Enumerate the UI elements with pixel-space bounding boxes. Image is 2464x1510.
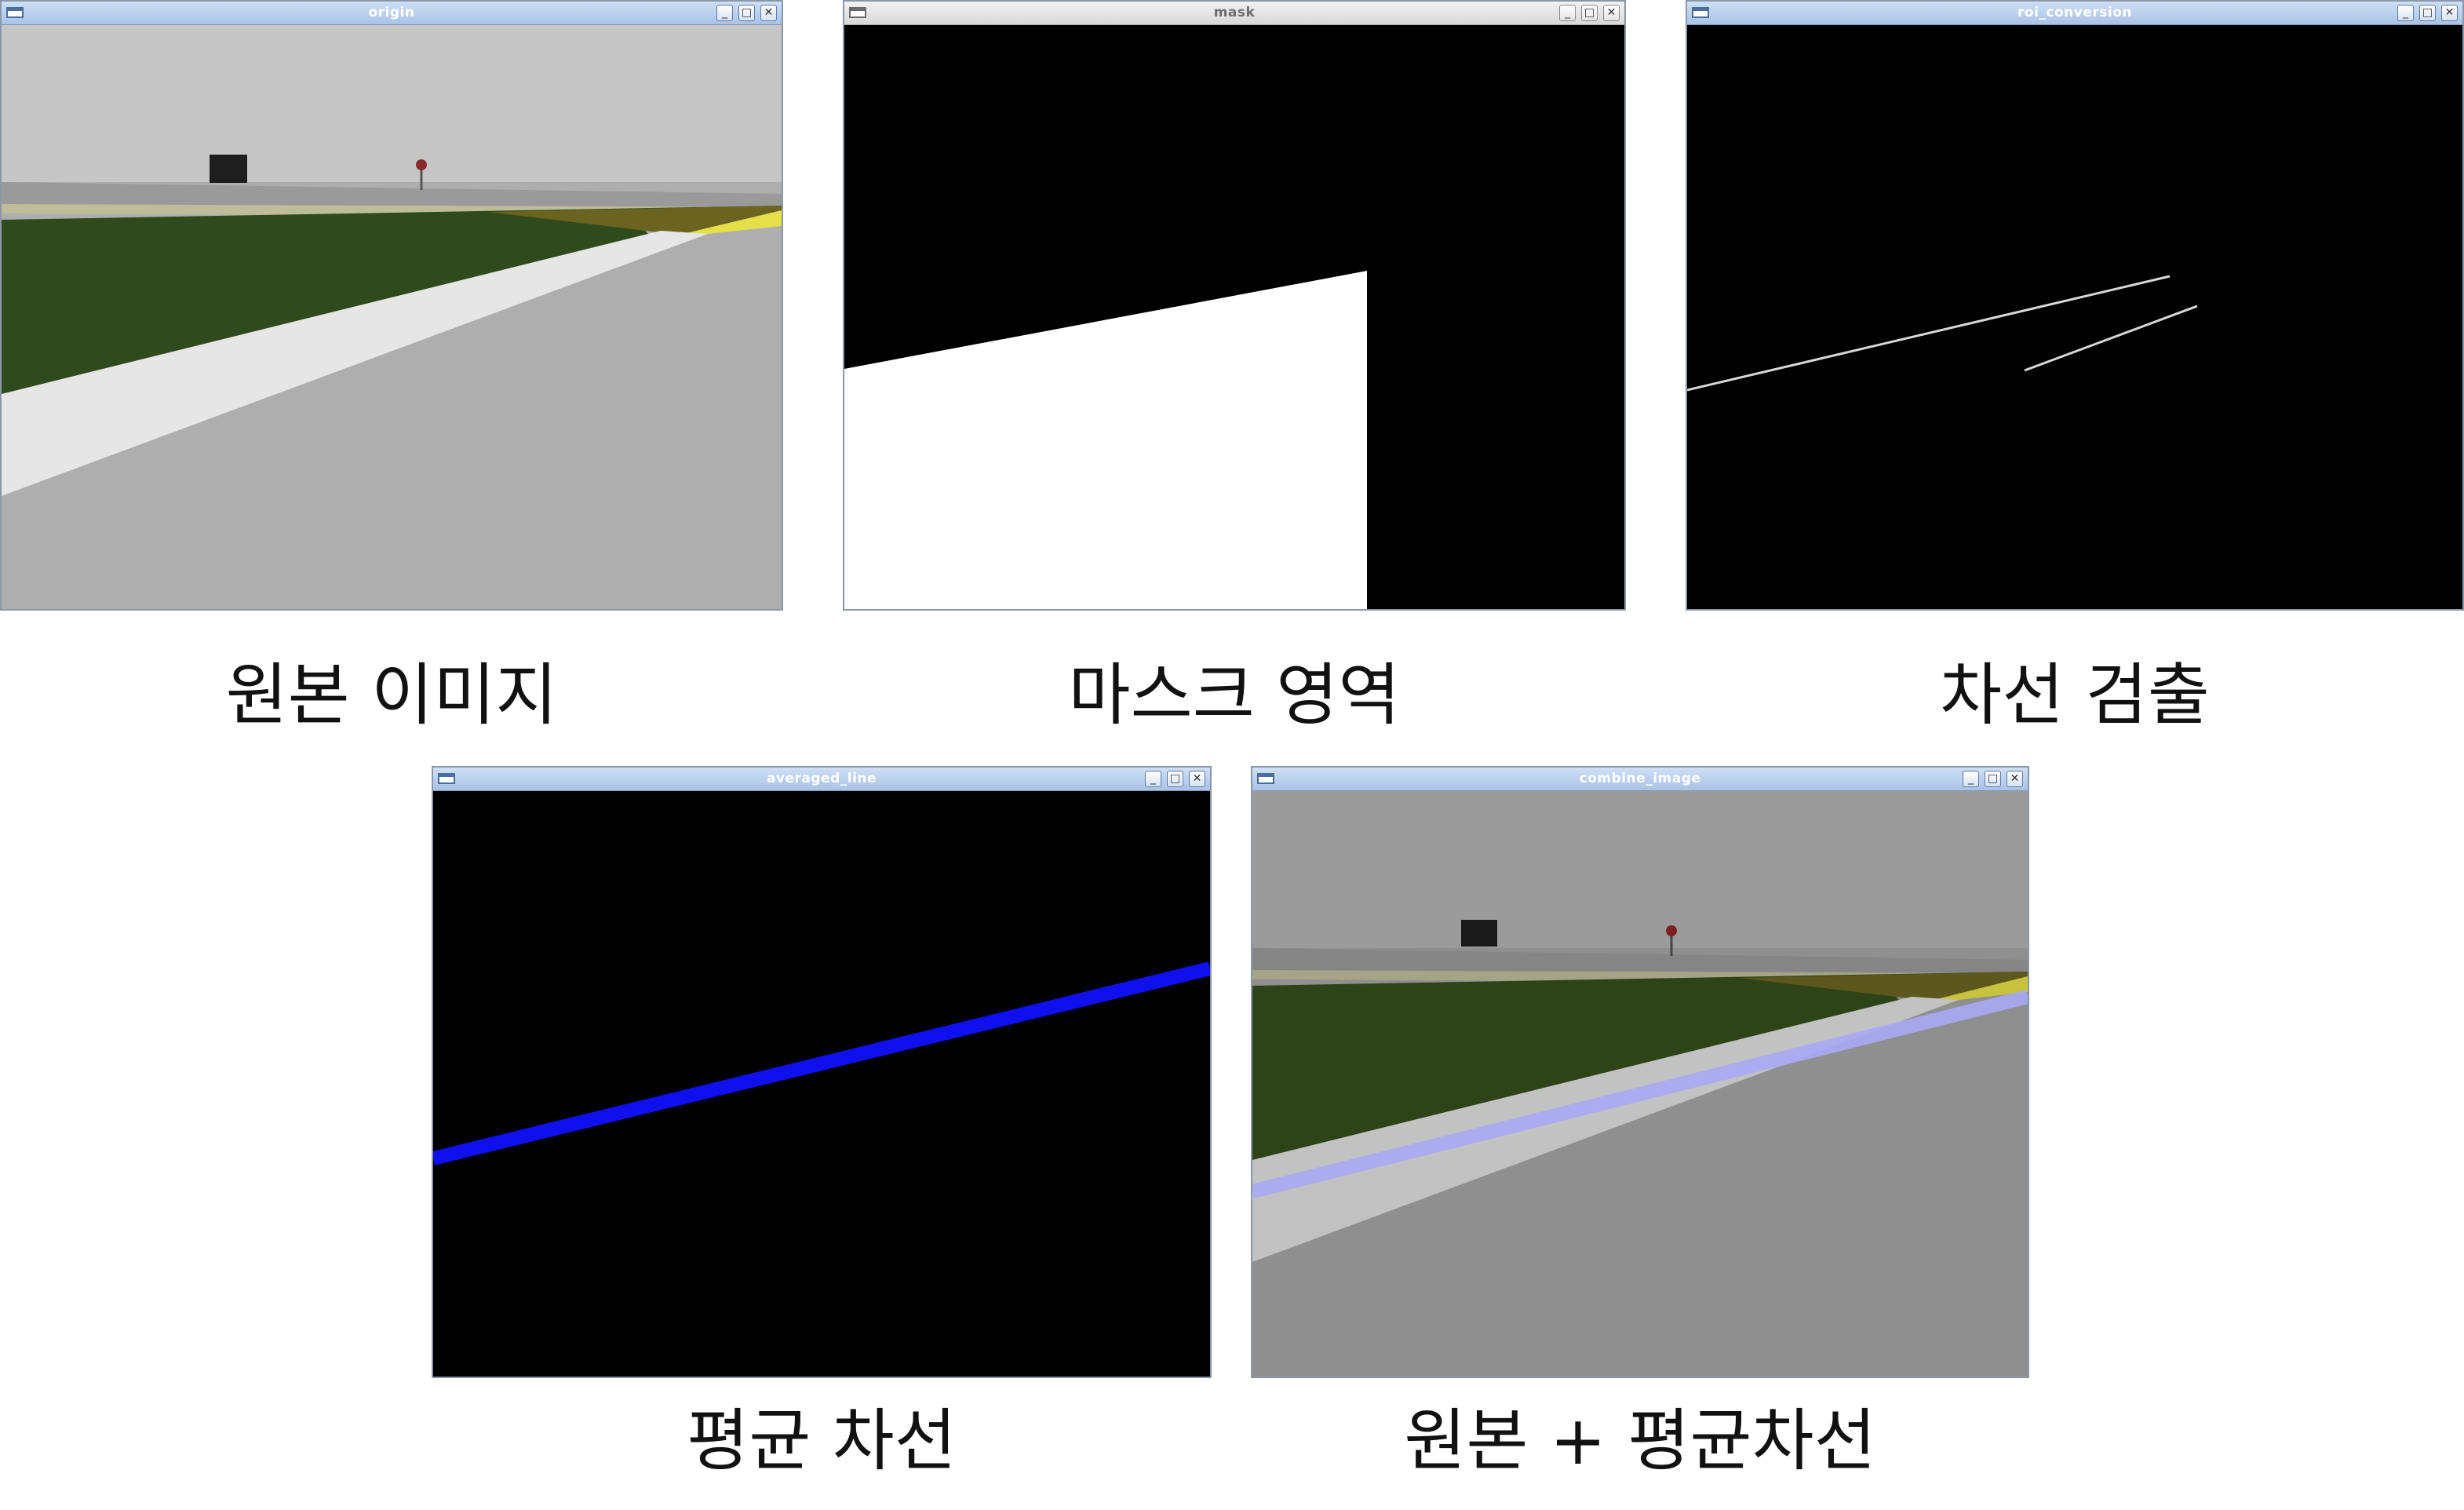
mask-window[interactable]: mask _ □ ✕ — [843, 0, 1626, 611]
window-title: combine_image — [1579, 771, 1701, 786]
minimize-icon[interactable]: _ — [1559, 5, 1576, 21]
caption-lane-detection: 차선 검출 — [1940, 656, 2210, 735]
caption-averaged-lane: 평균 차선 — [687, 1402, 957, 1480]
combine-titlebar[interactable]: combine_image _ □ ✕ — [1252, 768, 2028, 791]
close-icon[interactable]: ✕ — [1189, 771, 1205, 787]
close-icon[interactable]: ✕ — [2441, 5, 2458, 21]
window-title: mask — [1213, 5, 1256, 20]
mask-titlebar[interactable]: mask _ □ ✕ — [844, 2, 1624, 25]
origin-image — [2, 25, 782, 609]
minimize-icon[interactable]: _ — [1145, 771, 1161, 787]
caption-mask: 마스크 영역 — [1068, 656, 1401, 735]
maximize-icon[interactable]: □ — [1581, 5, 1598, 21]
averaged-window[interactable]: averaged_line _ □ ✕ — [432, 766, 1212, 1378]
averaged-image — [433, 791, 1210, 1377]
close-icon[interactable]: ✕ — [1603, 5, 1620, 21]
window-title: averaged_line — [766, 771, 877, 786]
origin-window[interactable]: origin _ □ ✕ — [0, 0, 783, 611]
maximize-icon[interactable]: □ — [738, 5, 755, 21]
minimize-icon[interactable]: _ — [716, 5, 733, 21]
caption-combined: 원본 + 평균차선 — [1404, 1402, 1876, 1480]
averaged-titlebar[interactable]: averaged_line _ □ ✕ — [433, 768, 1210, 791]
roi-titlebar[interactable]: roi_conversion _ □ ✕ — [1687, 2, 2462, 25]
minimize-icon[interactable]: _ — [2397, 5, 2414, 21]
combine-window[interactable]: combine_image _ □ ✕ — [1251, 766, 2029, 1378]
caption-origin: 원본 이미지 — [225, 656, 558, 735]
maximize-icon[interactable]: □ — [1167, 771, 1183, 787]
window-title: roi_conversion — [2017, 5, 2132, 20]
maximize-icon[interactable]: □ — [1985, 771, 2001, 787]
maximize-icon[interactable]: □ — [2419, 5, 2436, 21]
origin-titlebar[interactable]: origin _ □ ✕ — [2, 2, 782, 25]
close-icon[interactable]: ✕ — [2007, 771, 2023, 787]
roi-window[interactable]: roi_conversion _ □ ✕ — [1686, 0, 2464, 611]
roi-image — [1687, 25, 2462, 609]
minimize-icon[interactable]: _ — [1963, 771, 1979, 787]
mask-image — [844, 25, 1624, 609]
close-icon[interactable]: ✕ — [760, 5, 777, 21]
window-title: origin — [368, 5, 415, 20]
combine-image — [1252, 791, 2028, 1377]
